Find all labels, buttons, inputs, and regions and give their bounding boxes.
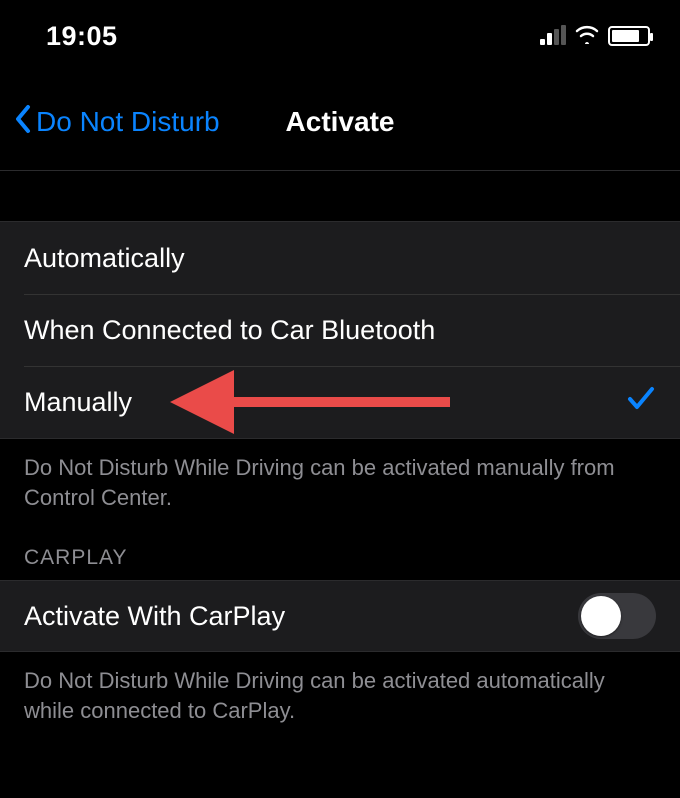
option-automatically[interactable]: Automatically — [0, 222, 680, 294]
status-icons — [540, 24, 650, 49]
activation-options-list: Automatically When Connected to Car Blue… — [0, 222, 680, 439]
checkmark-icon — [626, 383, 656, 422]
status-time: 19:05 — [46, 21, 118, 52]
option-bluetooth[interactable]: When Connected to Car Bluetooth — [0, 294, 680, 366]
carplay-section-header: CARPLAY — [0, 512, 680, 580]
back-label: Do Not Disturb — [36, 106, 220, 138]
wifi-icon — [574, 24, 600, 49]
option-label: Automatically — [24, 243, 185, 274]
option-label: When Connected to Car Bluetooth — [24, 315, 435, 346]
cellular-icon — [540, 27, 566, 45]
navigation-bar: Do Not Disturb Activate — [0, 92, 680, 152]
page-title: Activate — [286, 106, 395, 138]
activation-footer: Do Not Disturb While Driving can be acti… — [0, 439, 680, 512]
back-button[interactable]: Do Not Disturb — [14, 104, 220, 141]
option-label: Manually — [24, 387, 132, 418]
group-spacer — [0, 170, 680, 222]
battery-icon — [608, 26, 650, 46]
carplay-footer: Do Not Disturb While Driving can be acti… — [0, 652, 680, 725]
option-manually[interactable]: Manually — [0, 366, 680, 438]
carplay-toggle[interactable] — [578, 593, 656, 639]
carplay-toggle-label: Activate With CarPlay — [24, 601, 285, 632]
carplay-toggle-row[interactable]: Activate With CarPlay — [0, 580, 680, 652]
chevron-left-icon — [14, 104, 34, 141]
status-bar: 19:05 — [0, 0, 680, 62]
toggle-knob — [581, 596, 621, 636]
